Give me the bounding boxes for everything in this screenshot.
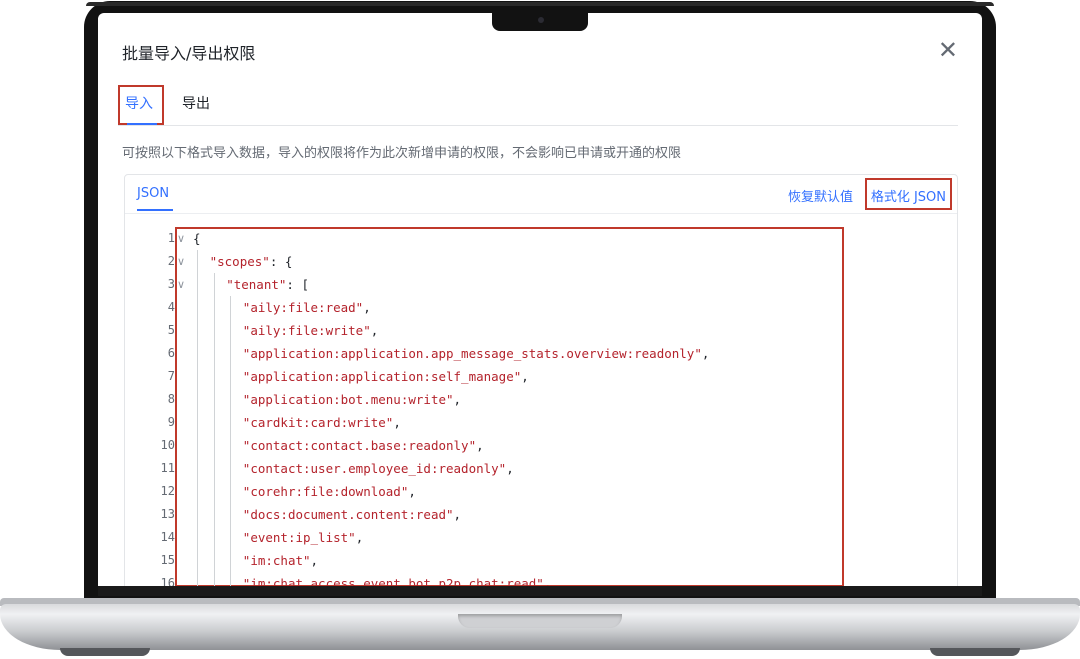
code-line: "docs:document.content:read", — [242, 507, 462, 522]
reset-default-button[interactable]: 恢复默认值 — [788, 186, 853, 205]
laptop-foot-right — [930, 648, 1020, 656]
code-line: "contact:user.employee_id:readonly", — [242, 461, 514, 476]
code-line: "contact:contact.base:readonly", — [242, 438, 484, 453]
code-line: "scopes": { — [209, 254, 293, 269]
code-line: "application:application.app_message_sta… — [242, 346, 710, 361]
format-json-button[interactable]: 格式化 JSON — [864, 178, 952, 210]
line-number: 14 — [160, 530, 175, 544]
code-line: "im:chat.access_event.bot_p2p_chat:read"… — [242, 576, 552, 586]
line-number: 2 — [167, 254, 175, 268]
editor-header: JSON 恢复默认值 格式化 JSON — [125, 175, 957, 214]
line-number: 11 — [160, 461, 175, 475]
code-line: "aily:file:write", — [242, 323, 379, 338]
line-number: 4 — [167, 300, 175, 314]
line-number: 7 — [167, 369, 175, 383]
line-number: 3 — [167, 277, 175, 291]
line-number: 1 — [167, 231, 175, 245]
line-number: 8 — [167, 392, 175, 406]
code-line: "application:application:self_manage", — [242, 369, 529, 384]
code-line: "application:bot.menu:write", — [242, 392, 462, 407]
code-line: "tenant": [ — [226, 277, 309, 292]
tab-import[interactable]: 导入 — [118, 85, 164, 125]
tab-import-label: 导入 — [125, 96, 153, 112]
line-number: 15 — [160, 553, 175, 567]
line-number: 9 — [167, 415, 175, 429]
indent-guide — [230, 296, 232, 586]
screen-chin — [98, 586, 982, 596]
json-tab-indicator — [137, 209, 173, 211]
line-number: 12 — [160, 484, 175, 498]
line-number: 13 — [160, 507, 175, 521]
tab-export[interactable]: 导出 — [182, 93, 210, 113]
indent-guide — [213, 273, 215, 586]
code-line: "aily:file:read", — [242, 300, 371, 315]
code-line: "event:ip_list", — [242, 530, 364, 545]
indent-guide — [197, 250, 198, 586]
json-tab[interactable]: JSON — [137, 186, 169, 201]
line-number: 5 — [167, 323, 175, 337]
dialog-title: 批量导入/导出权限 — [122, 44, 256, 63]
line-number: 16 — [160, 576, 175, 586]
fold-chevron-icon[interactable]: ∨ — [177, 273, 189, 296]
code-line: "corehr:file:download", — [242, 484, 416, 499]
line-number: 10 — [160, 438, 175, 452]
laptop-bezel-edge — [86, 2, 994, 6]
fold-chevron-icon[interactable]: ∨ — [177, 227, 189, 250]
json-editor-panel: JSON 恢复默认值 格式化 JSON 1 2 3 4 5 6 7 8 9 10 11 12 13 14 1… — [124, 174, 958, 586]
code-line: { — [193, 231, 201, 246]
code-line: "im:chat", — [242, 553, 319, 568]
fold-chevron-icon[interactable]: ∨ — [177, 250, 189, 273]
line-number: 6 — [167, 346, 175, 360]
camera-notch — [492, 13, 588, 31]
screen: 批量导入/导出权限 ✕ 导入 导出 可按照以下格式导入数据，导入的权限将作为此次… — [98, 13, 982, 586]
import-description: 可按照以下格式导入数据，导入的权限将作为此次新增申请的权限，不会影响已申请或开通… — [122, 146, 682, 161]
camera-icon — [538, 17, 544, 23]
close-icon[interactable]: ✕ — [938, 38, 958, 62]
tab-active-indicator — [127, 123, 157, 125]
tab-bar: 导入 导出 — [118, 85, 958, 126]
laptop-lid-opening — [458, 614, 622, 628]
laptop-foot-left — [60, 648, 150, 656]
code-line: "cardkit:card:write", — [242, 415, 401, 430]
code-area[interactable]: 1 2 3 4 5 6 7 8 9 10 11 12 13 14 15 16 ∨{∨ "scopes": {∨ "… — [125, 227, 957, 586]
